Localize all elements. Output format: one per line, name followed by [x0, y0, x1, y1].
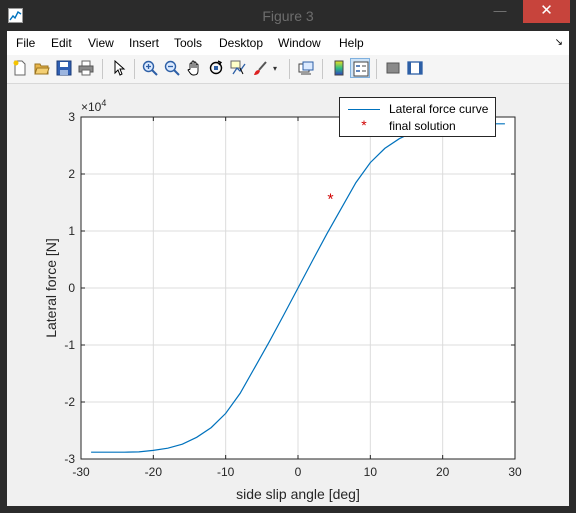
asterisk-marker-icon: * [361, 117, 367, 133]
y-exponent-label: ×104 [81, 98, 106, 114]
legend-line-swatch [348, 109, 380, 110]
x-tick-label: -30 [72, 465, 90, 479]
legend-entry-curve: Lateral force curve [340, 101, 495, 117]
y-tick-label: 2 [68, 167, 75, 181]
y-axis-label: Lateral force [N] [43, 238, 59, 338]
x-tick-label: 10 [364, 465, 378, 479]
y-tick-label: -2 [64, 395, 75, 409]
x-axis-label: side slip angle [deg] [236, 486, 360, 502]
legend-label: Lateral force curve [389, 102, 489, 116]
final-solution-marker: * [327, 192, 333, 209]
x-tick-label: -10 [217, 465, 235, 479]
x-tick-label: 0 [295, 465, 302, 479]
y-tick-label: 1 [68, 224, 75, 238]
y-tick-label: 3 [68, 110, 75, 124]
legend[interactable]: Lateral force curve * final solution [339, 97, 496, 137]
x-tick-label: -20 [145, 465, 163, 479]
legend-entry-marker: * final solution [340, 117, 495, 134]
lateral-force-chart: -30 -20 -10 0 10 20 30-3-2-10123 * ×104 side s… [43, 98, 522, 502]
x-tick-label: 20 [436, 465, 450, 479]
legend-label: final solution [389, 119, 456, 133]
y-tick-label: -3 [64, 452, 75, 466]
y-tick-label: 0 [68, 281, 75, 295]
x-tick-label: 30 [508, 465, 522, 479]
y-tick-label: -1 [64, 338, 75, 352]
